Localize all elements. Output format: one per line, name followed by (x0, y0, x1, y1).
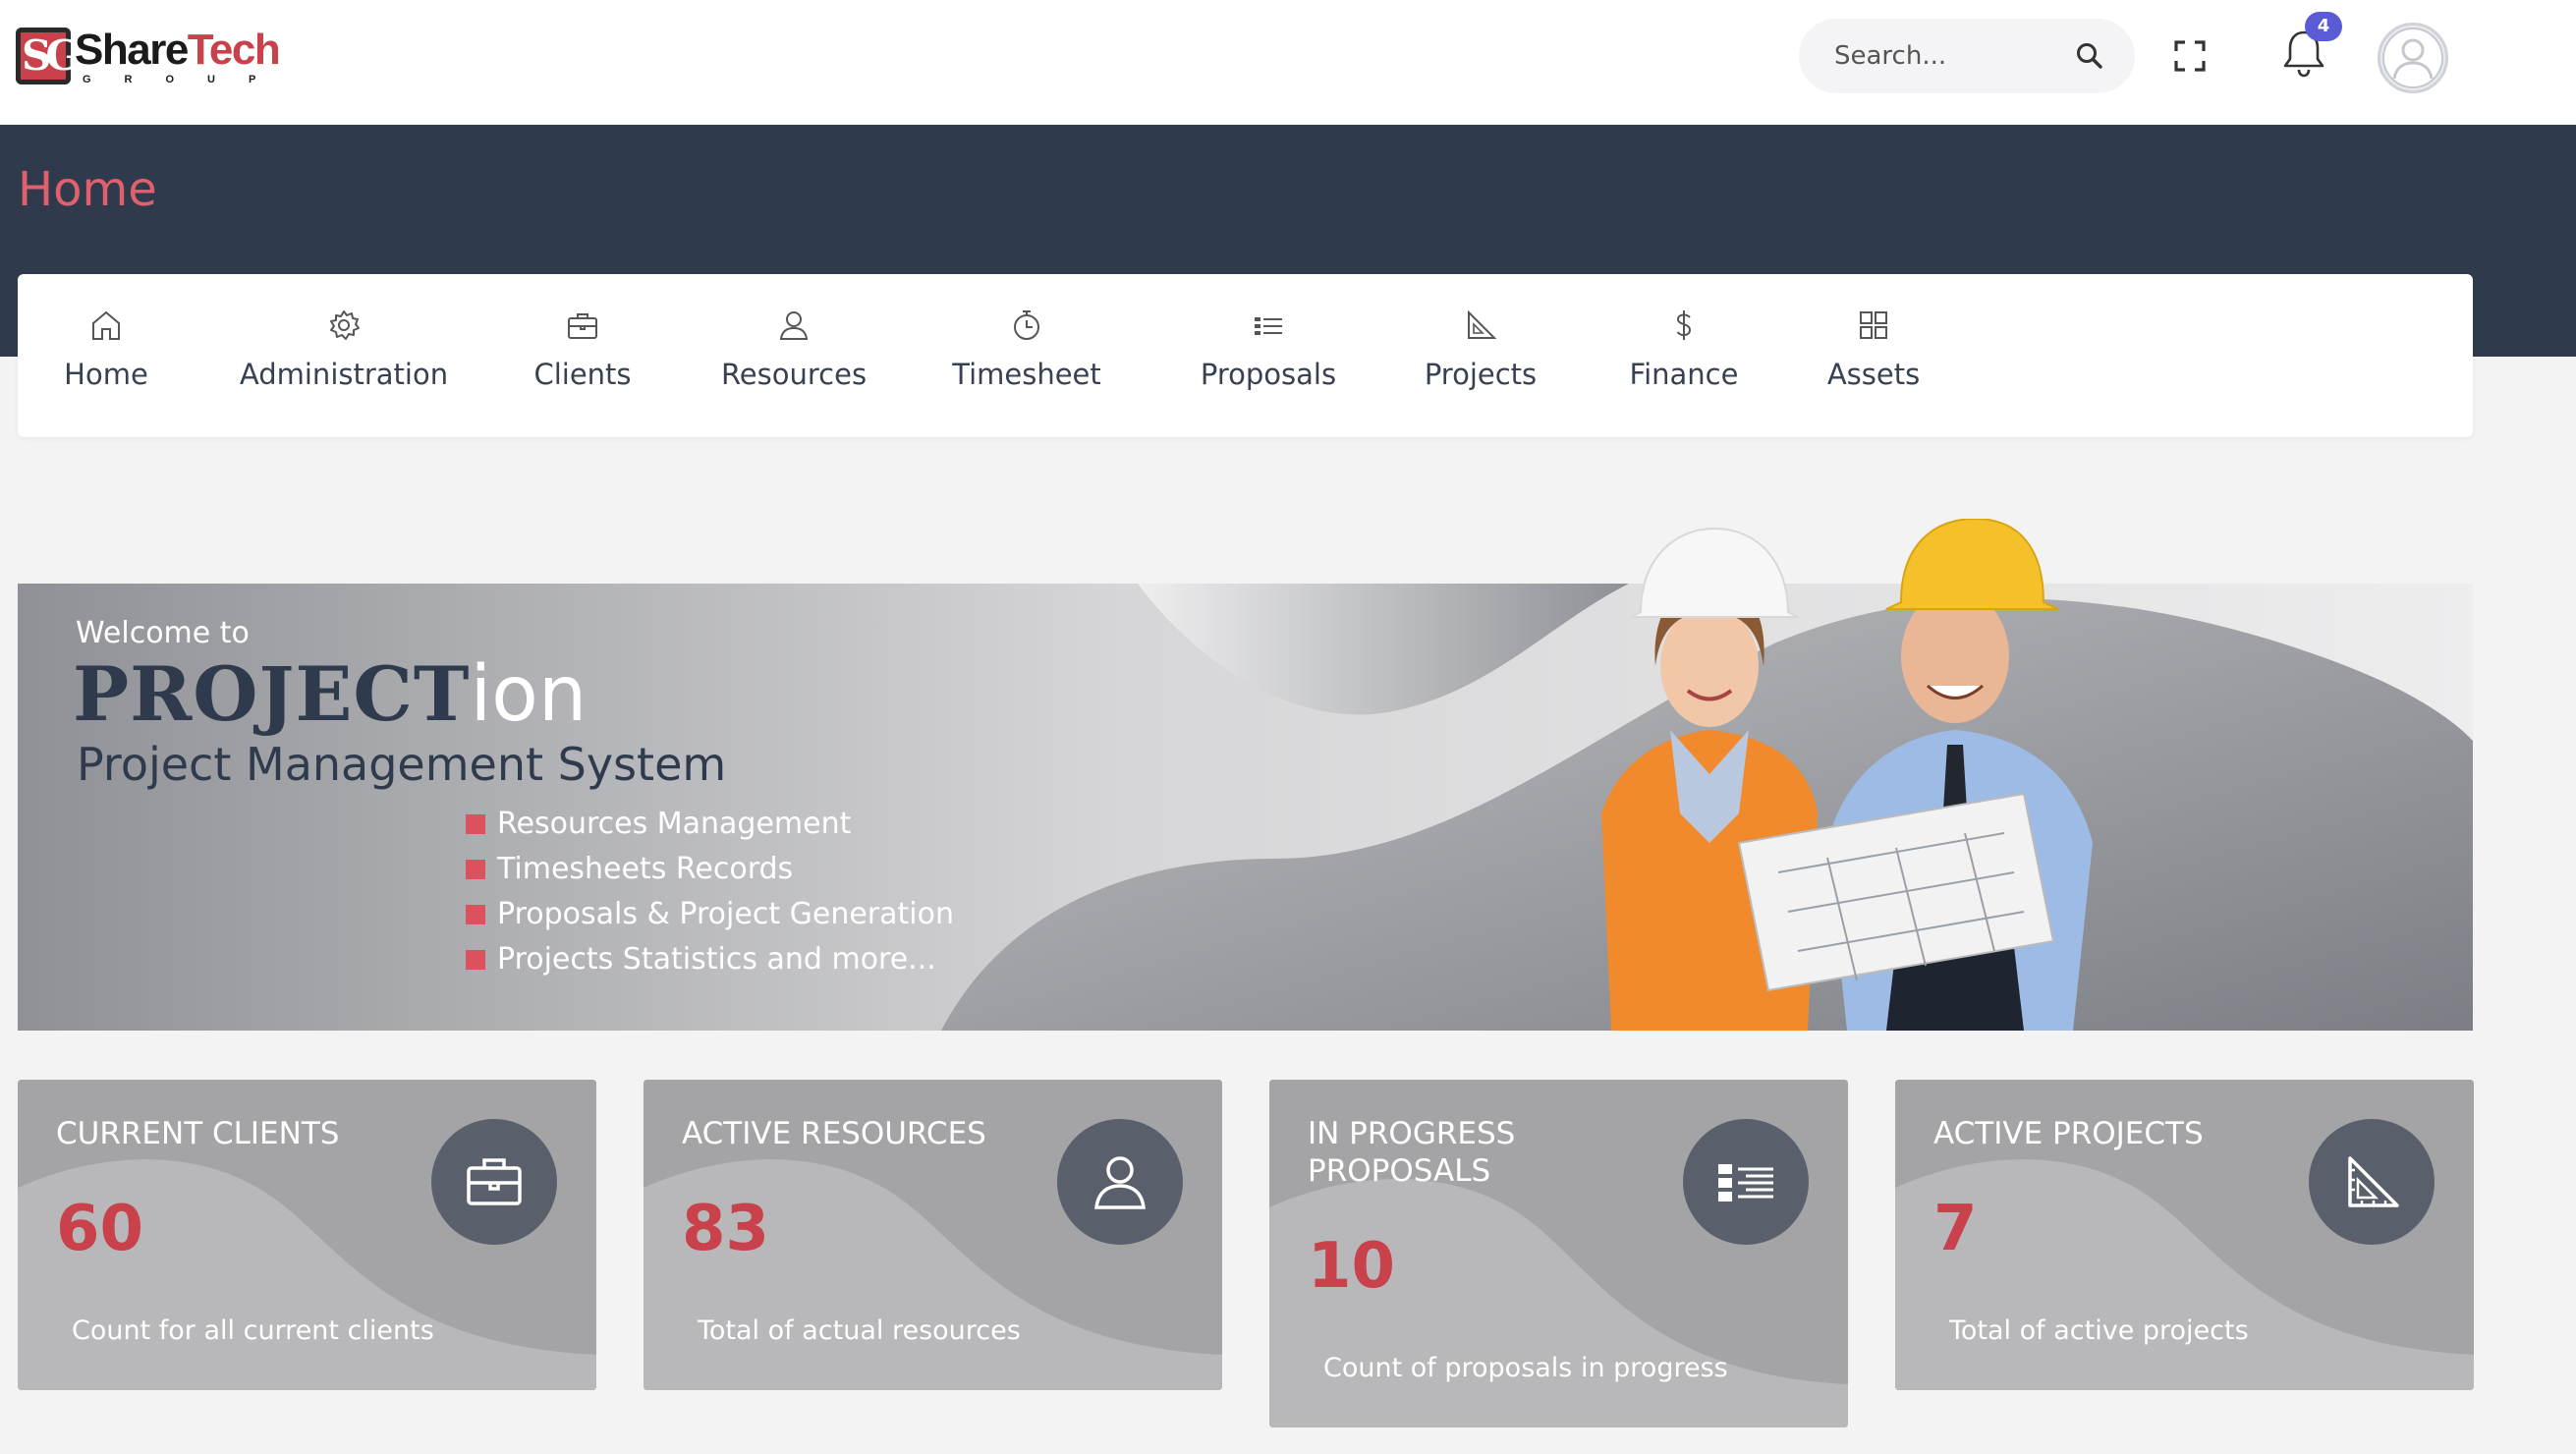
avatar[interactable] (2378, 23, 2448, 93)
sharetech-logo[interactable]: SG ShareTech GROUP (16, 28, 289, 88)
nav-item-resources[interactable]: Resources (721, 274, 867, 437)
user-avatar-icon (2382, 28, 2443, 88)
user-icon (779, 311, 809, 340)
card-current-clients[interactable]: CURRENT CLIENTS 60 Count for all current… (18, 1080, 596, 1390)
search-input[interactable] (1834, 36, 2070, 76)
nav-label: Finance (1629, 358, 1739, 391)
list-item: Projects Statistics and more... (466, 937, 954, 982)
nav-item-timesheet[interactable]: Timesheet (952, 274, 1101, 437)
fullscreen-icon[interactable] (2173, 39, 2207, 73)
dollar-icon (1676, 310, 1692, 340)
banner-brand-title: PROJECTion (73, 650, 588, 739)
card-title: ACTIVE RESOURCES (682, 1116, 986, 1151)
card-icon-circle (1057, 1119, 1183, 1245)
card-title: CURRENT CLIENTS (56, 1116, 340, 1151)
card-title: ACTIVE PROJECTS (1933, 1116, 2204, 1151)
nav-item-clients[interactable]: Clients (531, 274, 635, 437)
card-icon-circle (1683, 1119, 1809, 1245)
nav-item-finance[interactable]: Finance (1628, 274, 1740, 437)
nav-label: Administration (239, 358, 449, 391)
bullet-square-icon (466, 814, 485, 834)
briefcase-icon (467, 1158, 522, 1205)
list-item: Timesheets Records (466, 847, 954, 892)
set-square-icon (1468, 309, 1497, 339)
card-active-projects[interactable]: ACTIVE PROJECTS 7 Total of active projec… (1895, 1080, 2474, 1390)
list-item: Proposals & Project Generation (466, 892, 954, 937)
bullet-square-icon (466, 860, 485, 879)
card-icon-circle (431, 1119, 557, 1245)
nav-item-home[interactable]: Home (64, 274, 148, 437)
nav-label: Home (64, 358, 148, 391)
list-icon (1255, 317, 1282, 335)
search-icon[interactable] (2074, 40, 2105, 72)
card-title: IN PROGRESS PROPOSALS (1308, 1116, 1516, 1189)
grid-icon (1860, 311, 1887, 339)
card-description: Total of actual resources (698, 1315, 1021, 1346)
engineers-illustration (1601, 519, 2093, 1031)
banner-welcome: Welcome to (76, 616, 250, 650)
top-bar: SG ShareTech GROUP 4 (0, 0, 2576, 125)
card-description: Total of active projects (1949, 1315, 2249, 1346)
card-icon-circle (2309, 1119, 2435, 1245)
nav-label: Timesheet (952, 358, 1101, 391)
bullet-square-icon (466, 905, 485, 924)
search-box[interactable] (1799, 19, 2135, 93)
card-value: 7 (1933, 1193, 1978, 1265)
briefcase-icon (568, 313, 597, 339)
banner-subtitle: Project Management System (77, 738, 727, 791)
page-title: Home (18, 162, 157, 217)
nav-item-projects[interactable]: Projects (1425, 274, 1537, 437)
card-value: 10 (1308, 1230, 1396, 1303)
banner-feature-list: Resources Management Timesheets Records … (466, 802, 954, 982)
bullet-square-icon (466, 950, 485, 970)
card-value: 83 (682, 1193, 770, 1265)
nav-item-assets[interactable]: Assets (1827, 274, 1920, 437)
module-nav: Home Administration Clients Resources Ti… (18, 274, 2473, 437)
nav-label: Assets (1826, 358, 1921, 391)
nav-item-administration[interactable]: Administration (239, 274, 449, 437)
nav-item-proposals[interactable]: Proposals (1197, 274, 1340, 437)
set-square-icon (2348, 1156, 2399, 1207)
card-description: Count for all current clients (72, 1315, 434, 1346)
card-active-resources[interactable]: ACTIVE RESOURCES 83 Total of actual reso… (644, 1080, 1222, 1390)
nav-label: Resources (720, 358, 868, 391)
card-description: Count of proposals in progress (1323, 1353, 1728, 1383)
card-in-progress-proposals[interactable]: IN PROGRESS PROPOSALS 10 Count of propos… (1269, 1080, 1848, 1427)
logo-mark-icon: SG (16, 28, 71, 84)
stopwatch-icon (1014, 310, 1039, 340)
gear-icon (330, 310, 360, 340)
nav-label: Clients (533, 358, 632, 391)
notification-badge: 4 (2305, 12, 2342, 41)
nav-label: Proposals (1200, 358, 1337, 391)
user-icon (1094, 1156, 1146, 1209)
card-value: 60 (56, 1193, 144, 1265)
list-icon (1718, 1164, 1773, 1202)
home-icon (92, 310, 120, 340)
list-item: Resources Management (466, 802, 954, 847)
logo-brand: ShareTech (75, 26, 281, 74)
nav-label: Projects (1424, 358, 1538, 391)
logo-sub: GROUP (83, 74, 290, 85)
